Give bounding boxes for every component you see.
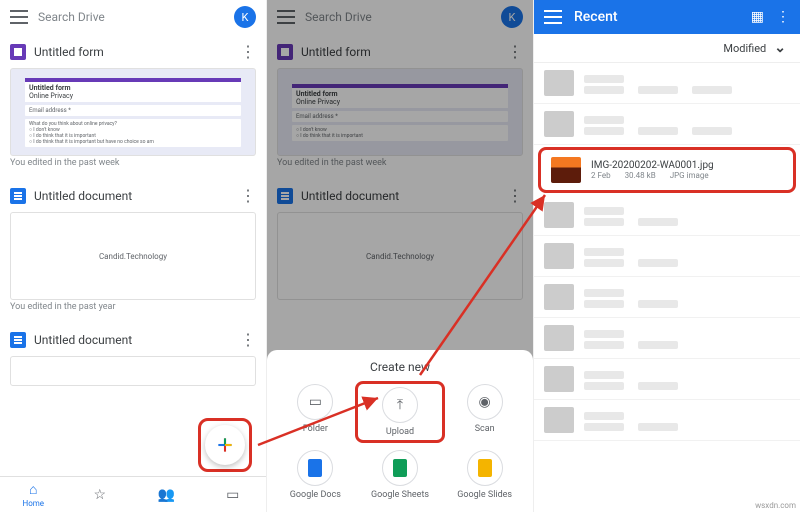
- sort-row[interactable]: Modified ⌄: [534, 34, 800, 63]
- list-item-highlight[interactable]: IMG-20200202-WA0001.jpg 2 Feb 30.48 kB J…: [538, 147, 796, 193]
- more-icon[interactable]: ⋮: [240, 44, 256, 60]
- topbar-recent: Recent ▦ ⋮: [534, 0, 800, 34]
- file-thumbnail[interactable]: Candid.Technology: [10, 212, 256, 300]
- nav-files[interactable]: ▭: [200, 477, 267, 512]
- search-input[interactable]: Search Drive: [38, 10, 224, 24]
- list-item[interactable]: xxxx: [534, 104, 800, 145]
- panel-create-sheet: Search Drive K Untitled form⋮ Untitled f…: [267, 0, 534, 512]
- watermark: wsxdn.com: [755, 501, 796, 510]
- file-title[interactable]: Untitled document: [34, 333, 132, 347]
- file-name: IMG-20200202-WA0001.jpg: [591, 160, 783, 171]
- more-icon[interactable]: ⋮: [240, 332, 256, 348]
- create-fab[interactable]: [205, 425, 245, 465]
- action-folder[interactable]: ▭Folder: [273, 384, 358, 440]
- google-sheets-icon: [382, 450, 418, 486]
- chevron-down-icon: ⌄: [774, 40, 786, 56]
- action-docs[interactable]: Google Docs: [273, 450, 358, 500]
- more-icon[interactable]: ⋮: [240, 188, 256, 204]
- bottom-nav: ⌂Home ☆ 👥 ▭: [0, 476, 266, 512]
- list-item[interactable]: xxx: [534, 236, 800, 277]
- file-subtitle: You edited in the past year: [10, 302, 256, 312]
- nav-shared[interactable]: 👥: [133, 477, 200, 512]
- file-thumbnail[interactable]: Untitled formOnline Privacy Email addres…: [10, 68, 256, 156]
- list-item[interactable]: xxx: [534, 277, 800, 318]
- upload-icon: ⤒: [382, 387, 418, 423]
- docs-icon: [10, 188, 26, 204]
- menu-icon[interactable]: [10, 10, 28, 24]
- forms-icon: [10, 44, 26, 60]
- list-item[interactable]: xxx: [534, 195, 800, 236]
- file-item-doc-2: Untitled document ⋮: [0, 322, 266, 392]
- sort-label: Modified: [723, 42, 766, 55]
- file-thumbnail: [551, 157, 581, 183]
- topbar: Search Drive K: [0, 0, 266, 34]
- action-slides[interactable]: Google Slides: [442, 450, 527, 500]
- fab-highlight: [198, 418, 252, 472]
- list-item[interactable]: xxx: [534, 359, 800, 400]
- google-slides-icon: [467, 450, 503, 486]
- page-title: Recent: [574, 9, 739, 25]
- list-item[interactable]: xxx: [534, 400, 800, 441]
- file-subtitle: You edited in the past week: [10, 158, 256, 168]
- action-scan[interactable]: ◉Scan: [442, 384, 527, 440]
- file-meta: 2 Feb 30.48 kB JPG image: [591, 171, 783, 180]
- file-title[interactable]: Untitled form: [34, 45, 104, 59]
- list-item[interactable]: xxxx: [534, 63, 800, 104]
- file-item-doc: Untitled document ⋮ Candid.Technology Yo…: [0, 178, 266, 322]
- action-upload[interactable]: ⤒Upload: [355, 381, 446, 443]
- google-docs-icon: [297, 450, 333, 486]
- camera-icon: ◉: [467, 384, 503, 420]
- file-item-form: Untitled form ⋮ Untitled formOnline Priv…: [0, 34, 266, 178]
- avatar[interactable]: K: [234, 6, 256, 28]
- panel-drive-list: Search Drive K Untitled form ⋮ Untitled …: [0, 0, 267, 512]
- panel-recent-files: Recent ▦ ⋮ Modified ⌄ xxxx xxxx IMG-2020…: [534, 0, 800, 512]
- action-sheets[interactable]: Google Sheets: [358, 450, 443, 500]
- nav-home[interactable]: ⌂Home: [0, 477, 67, 512]
- folder-icon: ▭: [297, 384, 333, 420]
- sheet-title: Create new: [273, 360, 527, 374]
- more-icon[interactable]: ⋮: [776, 9, 790, 25]
- list-item[interactable]: xxx: [534, 318, 800, 359]
- nav-starred[interactable]: ☆: [67, 477, 134, 512]
- file-thumbnail[interactable]: [10, 356, 256, 386]
- menu-icon[interactable]: [544, 10, 562, 24]
- file-title[interactable]: Untitled document: [34, 189, 132, 203]
- view-grid-icon[interactable]: ▦: [751, 9, 764, 25]
- create-bottom-sheet: Create new ▭Folder ⤒Upload ◉Scan Google …: [267, 350, 533, 512]
- docs-icon: [10, 332, 26, 348]
